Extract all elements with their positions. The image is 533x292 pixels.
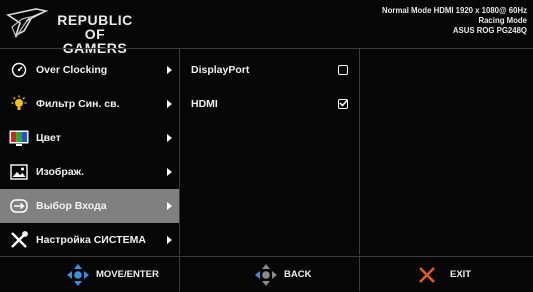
input-select-submenu: DisplayPort HDMI xyxy=(180,48,359,256)
close-icon xyxy=(419,266,435,283)
footer-divider xyxy=(179,256,180,291)
move-enter-hint[interactable]: MOVE/ENTER xyxy=(66,257,159,292)
move-enter-label: MOVE/ENTER xyxy=(96,269,159,280)
rog-eye-icon xyxy=(6,8,48,39)
option-displayport[interactable]: DisplayPort xyxy=(180,53,359,87)
osd-header: REPUBLIC OF GAMERS Normal Mode HDMI 1920… xyxy=(0,0,533,55)
image-icon xyxy=(8,162,30,182)
chevron-right-icon xyxy=(167,168,172,176)
osd-footer: MOVE/ENTER BACK EXIT xyxy=(0,256,533,292)
status-mode-resolution: Normal Mode HDMI 1920 x 1080@ 60Hz xyxy=(382,6,527,15)
status-info: Normal Mode HDMI 1920 x 1080@ 60Hz Racin… xyxy=(382,6,527,36)
chevron-right-icon xyxy=(167,134,172,142)
status-game-mode: Racing Mode xyxy=(478,16,527,25)
color-icon xyxy=(8,128,30,148)
main-menu: Over Clocking Фильтр Син. св. Цвет Изобр… xyxy=(0,48,179,256)
exit-hint[interactable]: EXIT xyxy=(418,257,471,292)
checkbox-unchecked[interactable] xyxy=(338,65,348,75)
back-label: BACK xyxy=(284,269,312,280)
menu-item-system-setup[interactable]: Настройка СИСТЕМА xyxy=(0,223,179,257)
monitor-osd: REPUBLIC OF GAMERS Normal Mode HDMI 1920… xyxy=(0,0,533,292)
chevron-right-icon xyxy=(167,66,172,74)
checkbox-checked[interactable] xyxy=(338,99,349,109)
dpad-back-icon xyxy=(255,263,277,286)
input-select-icon xyxy=(8,196,30,216)
exit-label: EXIT xyxy=(450,269,472,280)
chevron-right-icon xyxy=(167,202,172,210)
menu-item-label: Изображ. xyxy=(36,166,85,178)
chevron-right-icon xyxy=(167,100,172,108)
brand-line-1: REPUBLIC OF xyxy=(57,12,133,42)
detail-panel xyxy=(360,48,533,256)
menu-item-label: Over Clocking xyxy=(36,64,108,76)
dpad-icon xyxy=(67,263,89,286)
menu-item-label: Цвет xyxy=(36,132,61,144)
menu-item-label: Фильтр Син. св. xyxy=(36,98,120,110)
footer-divider xyxy=(359,256,360,291)
system-tools-icon xyxy=(8,230,30,250)
menu-item-over-clocking[interactable]: Over Clocking xyxy=(0,53,179,87)
menu-item-input-select[interactable]: Выбор Входа xyxy=(0,189,179,223)
menu-item-label: Настройка СИСТЕМА xyxy=(36,234,146,246)
back-hint[interactable]: BACK xyxy=(254,257,311,292)
blue-light-bulb-icon xyxy=(8,94,30,114)
menu-item-color[interactable]: Цвет xyxy=(0,121,179,155)
status-model: ASUS ROG PG248Q xyxy=(452,26,527,35)
chevron-right-icon xyxy=(167,236,172,244)
option-label: HDMI xyxy=(191,98,218,110)
option-label: DisplayPort xyxy=(191,64,250,76)
menu-item-blue-light-filter[interactable]: Фильтр Син. св. xyxy=(0,87,179,121)
rog-logo: REPUBLIC OF GAMERS xyxy=(6,7,156,55)
menu-item-image[interactable]: Изображ. xyxy=(0,155,179,189)
speedometer-icon xyxy=(8,60,30,80)
menu-item-label: Выбор Входа xyxy=(36,200,107,212)
option-hdmi[interactable]: HDMI xyxy=(180,87,359,121)
checkmark-icon xyxy=(339,99,349,107)
